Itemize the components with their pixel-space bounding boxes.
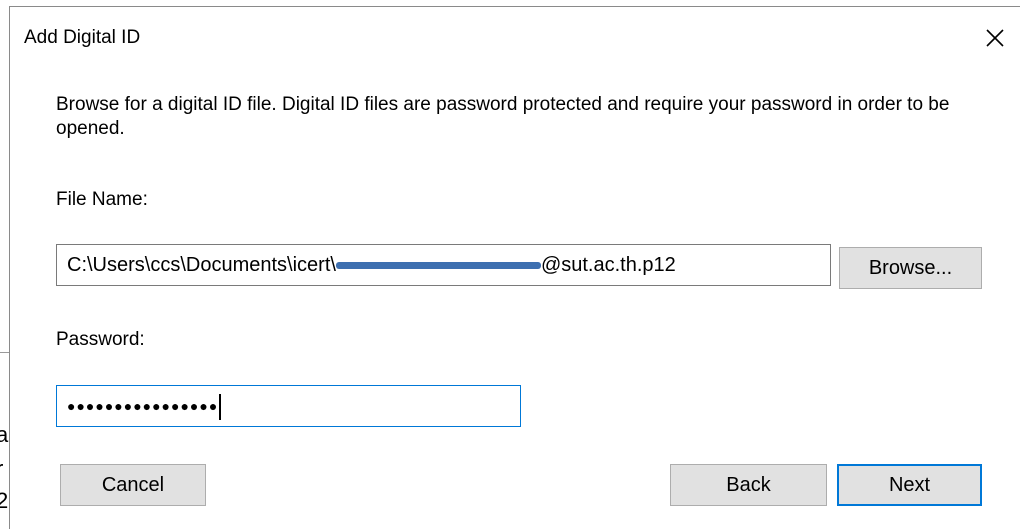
- background-text-char: a: [0, 422, 9, 447]
- file-path-suffix: @sut.ac.th.p12: [540, 254, 676, 276]
- redaction-bar: [335, 261, 541, 269]
- screen: a r 2 Add Digital ID Browse for a digita…: [0, 0, 1020, 529]
- password-masked-value: ●●●●●●●●●●●●●●●●: [67, 398, 219, 414]
- background-text-char: r: [0, 456, 3, 482]
- dialog-title: Add Digital ID: [24, 27, 141, 48]
- add-digital-id-dialog: Add Digital ID Browse for a digital ID f…: [9, 6, 1020, 529]
- next-button[interactable]: Next: [837, 464, 982, 506]
- file-path-prefix: C:\Users\ccs\Documents\icert\: [67, 254, 336, 276]
- cancel-button[interactable]: Cancel: [60, 464, 206, 506]
- browse-button[interactable]: Browse...: [839, 247, 982, 289]
- back-button[interactable]: Back: [670, 464, 827, 506]
- redaction-mark: [335, 259, 541, 273]
- close-icon: [986, 29, 1004, 47]
- background-text-char: 2: [0, 488, 9, 513]
- file-name-label: File Name:: [56, 189, 148, 210]
- password-label: Password:: [56, 329, 145, 350]
- close-button[interactable]: [982, 25, 1008, 51]
- file-name-input[interactable]: C:\Users\ccs\Documents\icert\ @sut.ac.th.…: [56, 244, 831, 286]
- text-caret: [219, 394, 222, 421]
- password-input[interactable]: ●●●●●●●●●●●●●●●●: [56, 385, 521, 427]
- dialog-description: Browse for a digital ID file. Digital ID…: [56, 94, 950, 139]
